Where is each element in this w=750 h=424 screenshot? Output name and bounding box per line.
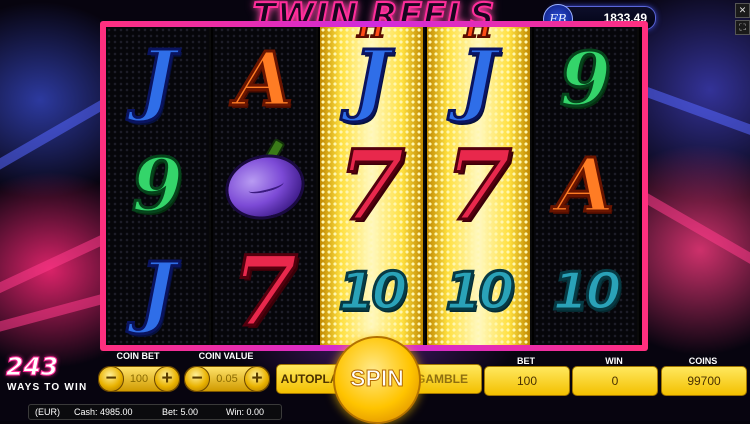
- reel-2: A7: [213, 27, 318, 345]
- symbol-label: J: [138, 245, 178, 339]
- symbol-J: J: [106, 239, 209, 345]
- coin-bet-stepper: − 100 +: [98, 366, 180, 392]
- status-bar: (EUR) Cash: 4985.00 Bet: 5.00 Win: 0.00: [28, 404, 282, 420]
- symbol-J: J: [106, 27, 209, 133]
- symbol-9: 9: [534, 27, 637, 133]
- symbol-7: 7: [213, 235, 316, 345]
- symbol-10: 10: [320, 239, 423, 345]
- symbol-label: A: [234, 36, 294, 125]
- symbol-label: J: [352, 33, 392, 127]
- win-label: WIN: [605, 356, 623, 366]
- bet-label: BET: [517, 356, 535, 366]
- bet-value: 100: [484, 366, 570, 396]
- symbol-label: 10: [551, 261, 623, 324]
- symbol-label: A: [555, 142, 615, 231]
- symbol-10: 10: [534, 239, 637, 345]
- ways-text: WAYS TO WIN: [7, 382, 88, 393]
- coin-value-minus-button[interactable]: −: [184, 366, 210, 392]
- coin-bet-plus-button[interactable]: +: [154, 366, 180, 392]
- symbol-10: 10: [427, 239, 530, 345]
- coin-value-stepper: − 0.05 +: [184, 366, 270, 392]
- coins-value: 99700: [661, 366, 747, 396]
- spin-button[interactable]: SPIN: [333, 336, 421, 424]
- reel-frame: J 9 J A 7 H J 7 10 H J 7 10 9 A 10: [100, 21, 648, 351]
- coin-value-value: 0.05: [216, 373, 238, 385]
- symbol-7: 7: [320, 129, 423, 242]
- coin-bet-value: 100: [129, 373, 149, 385]
- reel-3: H J 7 10: [320, 27, 425, 345]
- symbol-A: A: [213, 27, 316, 133]
- coin-value-plus-button[interactable]: +: [244, 366, 270, 392]
- symbol-label: 9: [130, 142, 184, 231]
- ways-number: 243: [5, 352, 59, 382]
- close-icon[interactable]: ✕: [735, 3, 750, 18]
- reels-area: J 9 J A 7 H J 7 10 H J 7 10 9 A 10: [106, 27, 642, 345]
- symbol-label: J: [459, 33, 499, 127]
- symbol-plum-icon: [213, 133, 316, 239]
- symbol-label: 7: [337, 129, 407, 242]
- bet-readout: Bet: 5.00: [162, 407, 199, 417]
- symbol-9: 9: [106, 133, 209, 239]
- win-value: 0: [572, 366, 658, 396]
- symbol-7: 7: [427, 129, 530, 242]
- symbol-label: 9: [558, 36, 612, 125]
- symbol-J: J: [320, 27, 423, 133]
- win-readout: Win: 0.00: [226, 407, 265, 417]
- symbol-A: A: [534, 133, 637, 239]
- symbol-label: 10: [337, 261, 409, 324]
- symbol-label: 10: [444, 261, 516, 324]
- reel-5: 9 A 10: [534, 27, 639, 345]
- ways-to-win-logo: 243 WAYS TO WIN: [5, 352, 96, 404]
- coin-bet-label: COIN BET: [116, 351, 160, 361]
- coins-label: COINS: [688, 356, 718, 366]
- reel-4: H J 7 10: [427, 27, 532, 345]
- symbol-label: 7: [444, 129, 514, 242]
- plum-body: [218, 146, 312, 228]
- currency-label: (EUR): [35, 407, 60, 417]
- symbol-J: J: [427, 27, 530, 133]
- plum-crease: [247, 177, 285, 196]
- fullscreen-icon[interactable]: ⛶: [735, 20, 750, 35]
- symbol-label: 7: [230, 235, 300, 345]
- coin-value-label: COIN VALUE: [198, 351, 254, 361]
- coin-bet-minus-button[interactable]: −: [98, 366, 124, 392]
- symbol-label: J: [138, 33, 178, 127]
- cash-readout: Cash: 4985.00: [74, 407, 133, 417]
- reel-1: J 9 J: [106, 27, 211, 345]
